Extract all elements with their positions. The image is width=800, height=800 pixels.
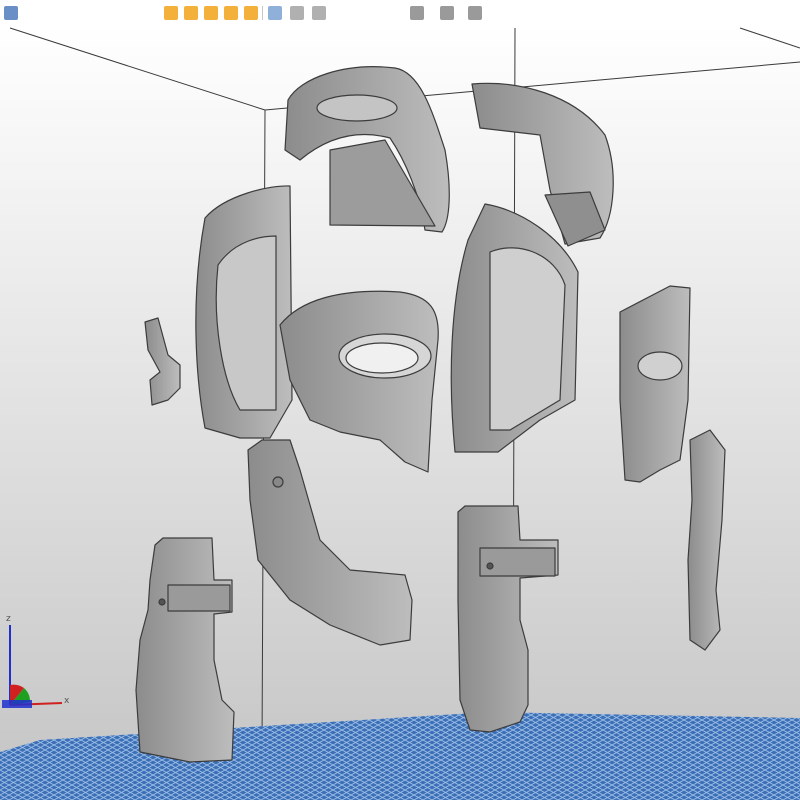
select-icon[interactable] bbox=[244, 6, 258, 20]
axis-x-label: x bbox=[64, 696, 70, 706]
settings-icon[interactable] bbox=[468, 6, 482, 20]
rotate-icon[interactable] bbox=[290, 6, 304, 20]
slicer-window: z x bbox=[0, 0, 800, 800]
view-icon[interactable] bbox=[440, 6, 454, 20]
3d-viewport[interactable] bbox=[0, 26, 800, 800]
redo-icon[interactable] bbox=[224, 6, 238, 20]
part-left-shell[interactable] bbox=[195, 185, 293, 439]
open-icon[interactable] bbox=[164, 6, 178, 20]
save-icon[interactable] bbox=[184, 6, 198, 20]
part-right-eye-piece[interactable] bbox=[619, 285, 691, 483]
menu-icon[interactable] bbox=[4, 6, 18, 20]
toolbar-separator bbox=[262, 6, 263, 20]
axis-z-label: z bbox=[6, 614, 11, 624]
cut-icon[interactable] bbox=[410, 6, 424, 20]
toolbar bbox=[0, 0, 800, 27]
scale-icon[interactable] bbox=[312, 6, 326, 20]
undo-icon[interactable] bbox=[204, 6, 218, 20]
move-icon[interactable] bbox=[268, 6, 282, 20]
